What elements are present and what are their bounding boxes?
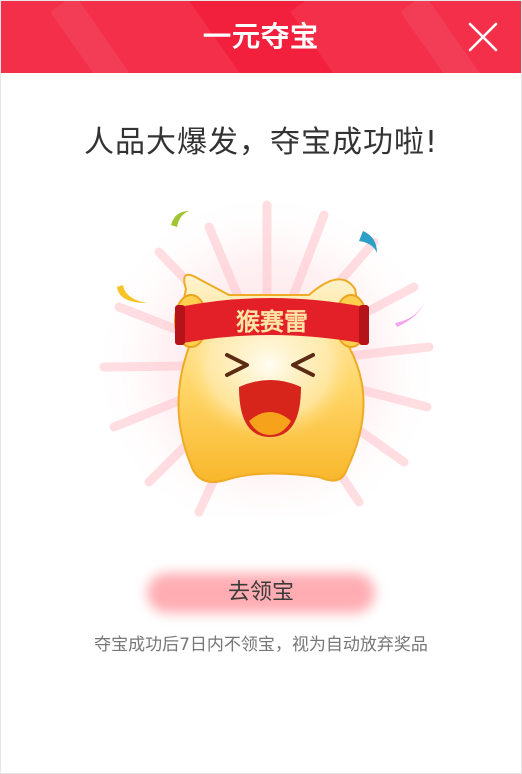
close-button[interactable] (467, 21, 499, 53)
claim-prize-button[interactable]: 去领宝 (141, 569, 381, 617)
banner-text: 猴赛雷 (236, 307, 308, 336)
claim-prize-label: 去领宝 (227, 580, 294, 605)
success-headline: 人品大爆发，夺宝成功啦! (83, 125, 439, 160)
close-icon (468, 22, 498, 52)
claim-deadline-notice: 夺宝成功后7日内不领宝，视为自动放弃奖品 (94, 635, 428, 655)
dialog-header: 一元夺宝 (1, 1, 521, 73)
success-dialog: 一元夺宝 人品大爆发，夺宝成功啦! 猴赛雷 去领宝 夺宝成功后7日内不领宝，视为… (0, 0, 522, 774)
dialog-title: 一元夺宝 (202, 20, 319, 53)
cheering-mascot-illustration: 猴赛雷 (92, 197, 442, 517)
